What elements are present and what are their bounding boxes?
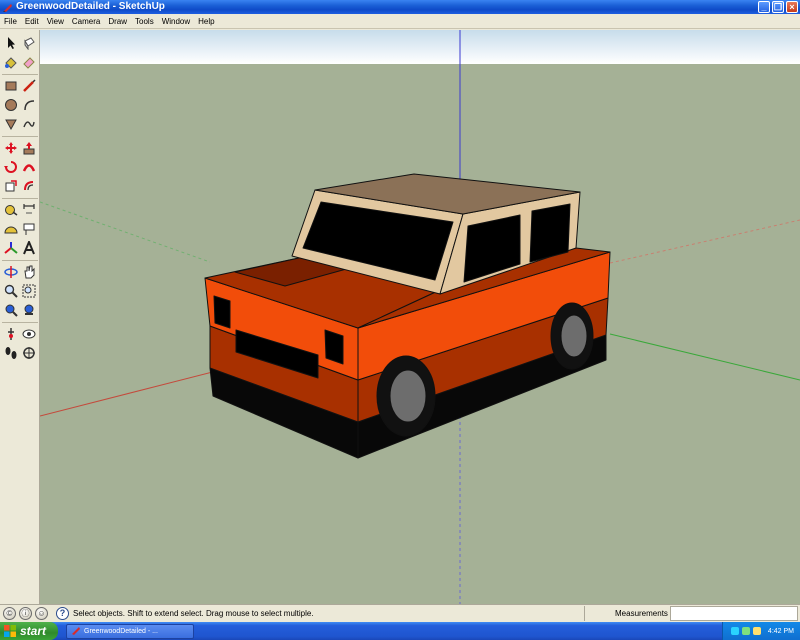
rectangle-tool-icon[interactable] — [2, 77, 19, 94]
component-tool-icon[interactable] — [20, 34, 37, 51]
freehand-tool-icon[interactable] — [20, 115, 37, 132]
polygon-tool-icon[interactable] — [2, 115, 19, 132]
clock: 4:42 PM — [767, 627, 794, 635]
menu-window[interactable]: Window — [158, 14, 194, 29]
title-bar: GreenwoodDetailed - SketchUp _ ❐ × — [0, 0, 800, 14]
toolbar-separator — [2, 136, 38, 137]
zoom-tool-icon[interactable] — [2, 282, 19, 299]
menu-tools[interactable]: Tools — [131, 14, 158, 29]
toolbar-separator — [2, 74, 38, 75]
restore-button[interactable]: ❐ — [772, 1, 784, 13]
car-front-hubcap — [389, 369, 427, 423]
measurements-input[interactable] — [670, 606, 798, 621]
user-icon[interactable]: ☺ — [35, 607, 48, 620]
start-label: start — [20, 624, 47, 638]
system-tray: 4:42 PM — [722, 622, 800, 640]
axes-tool-icon[interactable] — [2, 239, 19, 256]
push-pull-tool-icon[interactable] — [20, 139, 37, 156]
scale-tool-icon[interactable] — [2, 177, 19, 194]
help-icon[interactable]: ? — [56, 607, 69, 620]
follow-me-tool-icon[interactable] — [20, 158, 37, 175]
toolbar-separator — [2, 322, 38, 323]
menu-help[interactable]: Help — [194, 14, 218, 29]
toolbar-separator — [2, 198, 38, 199]
minimize-button[interactable]: _ — [758, 1, 770, 13]
scene-canvas[interactable] — [40, 30, 800, 604]
zoom-extents-tool-icon[interactable] — [2, 301, 19, 318]
dimension-tool-icon[interactable] — [20, 201, 37, 218]
car-headlight-left — [213, 295, 231, 329]
geo-location-icon[interactable]: © — [3, 607, 16, 620]
toolbar-separator — [2, 260, 38, 261]
car-headlight-right — [324, 329, 344, 365]
section-plane-tool-icon[interactable] — [20, 344, 37, 361]
rotate-tool-icon[interactable] — [2, 158, 19, 175]
menu-file[interactable]: File — [0, 14, 21, 29]
zoom-window-tool-icon[interactable] — [20, 282, 37, 299]
status-message: Select objects. Shift to extend select. … — [73, 609, 314, 618]
3d-text-tool-icon[interactable] — [20, 239, 37, 256]
orbit-tool-icon[interactable] — [2, 263, 19, 280]
previous-view-tool-icon[interactable] — [20, 301, 37, 318]
walk-tool-icon[interactable] — [2, 344, 19, 361]
menu-edit[interactable]: Edit — [21, 14, 43, 29]
sketchup-app-icon — [2, 2, 13, 13]
tape-measure-tool-icon[interactable] — [2, 201, 19, 218]
modeling-viewport[interactable] — [40, 30, 800, 604]
windows-taskbar: start GreenwoodDetailed - ... 4:42 PM — [0, 622, 800, 640]
measurements-label: Measurements — [584, 606, 670, 621]
car-rear-hubcap — [560, 314, 588, 358]
text-tool-icon[interactable] — [20, 220, 37, 237]
arc-tool-icon[interactable] — [20, 96, 37, 113]
security-icon[interactable] — [741, 627, 750, 635]
menu-draw[interactable]: Draw — [104, 14, 131, 29]
network-icon[interactable] — [730, 627, 739, 635]
menu-view[interactable]: View — [43, 14, 68, 29]
menu-camera[interactable]: Camera — [68, 14, 104, 29]
paint-bucket-tool-icon[interactable] — [2, 53, 19, 70]
look-around-tool-icon[interactable] — [20, 325, 37, 342]
pan-tool-icon[interactable] — [20, 263, 37, 280]
select-tool-icon[interactable] — [2, 34, 19, 51]
offset-tool-icon[interactable] — [20, 177, 37, 194]
start-button[interactable]: start — [0, 622, 58, 640]
status-bar: © ⓘ ☺ ? Select objects. Shift to extend … — [0, 604, 800, 622]
volume-icon[interactable] — [752, 627, 761, 635]
move-tool-icon[interactable] — [2, 139, 19, 156]
close-button[interactable]: × — [786, 1, 798, 13]
large-tool-set-toolbar — [0, 30, 40, 604]
window-title: GreenwoodDetailed - SketchUp — [16, 1, 165, 12]
taskbar-item-label: GreenwoodDetailed - ... — [84, 627, 158, 635]
circle-tool-icon[interactable] — [2, 96, 19, 113]
sky — [40, 30, 800, 64]
protractor-tool-icon[interactable] — [2, 220, 19, 237]
line-tool-icon[interactable] — [20, 77, 37, 94]
car-side-window-rear — [529, 203, 571, 263]
menu-bar: File Edit View Camera Draw Tools Window … — [0, 14, 800, 29]
credits-icon[interactable]: ⓘ — [19, 607, 32, 620]
position-camera-tool-icon[interactable] — [2, 325, 19, 342]
eraser-tool-icon[interactable] — [20, 53, 37, 70]
windows-logo-icon — [4, 625, 16, 637]
sketchup-task-icon — [72, 627, 80, 635]
taskbar-item-sketchup[interactable]: GreenwoodDetailed - ... — [66, 623, 194, 639]
